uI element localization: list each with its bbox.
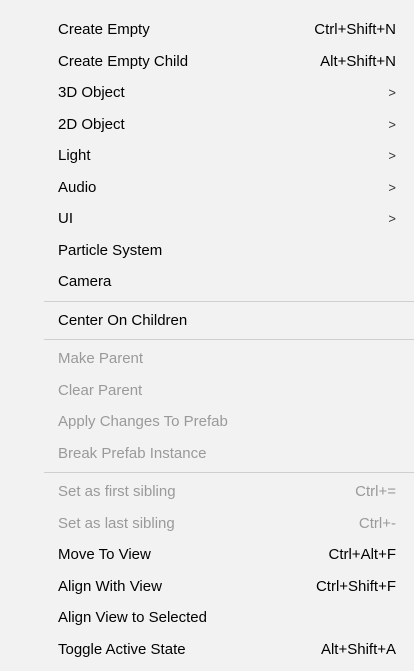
context-menu: Create Empty Ctrl+Shift+N Create Empty C…	[0, 0, 414, 671]
menu-item-label: Move To View	[58, 546, 151, 564]
menu-item-move-to-view[interactable]: Move To View Ctrl+Alt+F	[0, 539, 414, 571]
menu-item-label: 2D Object	[58, 115, 125, 133]
menu-item-label: Align View to Selected	[58, 609, 207, 627]
menu-item-make-parent: Make Parent	[0, 343, 414, 375]
menu-item-label: Apply Changes To Prefab	[58, 413, 228, 431]
menu-separator	[44, 300, 414, 302]
menu-item-apply-changes-to-prefab: Apply Changes To Prefab	[0, 406, 414, 438]
menu-item-label: Create Empty	[58, 21, 150, 39]
menu-item-set-as-first-sibling: Set as first sibling Ctrl+=	[0, 476, 414, 508]
menu-item-audio[interactable]: Audio >	[0, 172, 414, 204]
menu-separator	[44, 472, 414, 473]
menu-item-center-on-children[interactable]: Center On Children	[0, 305, 414, 337]
menu-item-toggle-active-state[interactable]: Toggle Active State Alt+Shift+A	[0, 634, 414, 666]
menu-item-label: Center On Children	[58, 311, 188, 329]
menu-item-break-prefab-instance: Break Prefab Instance	[0, 438, 414, 470]
menu-item-shortcut: Ctrl+Shift+F	[315, 577, 396, 595]
menu-item-2d-object[interactable]: 2D Object >	[0, 109, 414, 141]
menu-item-particle-system[interactable]: Particle System	[0, 235, 414, 267]
chevron-right-icon: >	[388, 85, 396, 101]
menu-item-label: Set as first sibling	[58, 483, 176, 501]
menu-item-label: Toggle Active State	[58, 640, 186, 658]
menu-item-label: Clear Parent	[58, 381, 143, 399]
menu-item-label: Align With View	[58, 577, 162, 595]
menu-item-label: Camera	[58, 273, 112, 291]
menu-item-set-as-last-sibling: Set as last sibling Ctrl+-	[0, 508, 414, 540]
chevron-right-icon: >	[388, 148, 396, 164]
menu-item-label: Light	[58, 147, 91, 165]
menu-item-shortcut: Alt+Shift+A	[320, 640, 396, 658]
menu-item-create-empty[interactable]: Create Empty Ctrl+Shift+N	[0, 14, 414, 46]
menu-item-label: Particle System	[58, 241, 163, 259]
chevron-right-icon: >	[388, 179, 396, 195]
menu-item-label: Set as last sibling	[58, 514, 175, 532]
menu-item-align-with-view[interactable]: Align With View Ctrl+Shift+F	[0, 571, 414, 603]
menu-separator	[44, 339, 414, 340]
menu-item-shortcut: Ctrl+=	[355, 483, 396, 501]
menu-item-ui[interactable]: UI >	[0, 203, 414, 235]
menu-item-label: Audio	[58, 178, 97, 196]
menu-item-shortcut: Ctrl+Alt+F	[328, 546, 396, 564]
menu-item-label: UI	[58, 210, 73, 228]
menu-item-label: Make Parent	[58, 350, 144, 368]
chevron-right-icon: >	[388, 211, 396, 227]
menu-item-label: Create Empty Child	[58, 52, 189, 70]
chevron-right-icon: >	[388, 116, 396, 132]
menu-item-align-view-to-selected[interactable]: Align View to Selected	[0, 602, 414, 634]
menu-item-create-empty-child[interactable]: Create Empty Child Alt+Shift+N	[0, 46, 414, 78]
menu-item-shortcut: Alt+Shift+N	[320, 52, 396, 70]
menu-item-light[interactable]: Light >	[0, 140, 414, 172]
menu-item-clear-parent: Clear Parent	[0, 375, 414, 407]
menu-item-label: 3D Object	[58, 84, 125, 102]
menu-item-shortcut: Ctrl+-	[358, 514, 396, 532]
menu-item-shortcut: Ctrl+Shift+N	[314, 21, 396, 39]
menu-item-label: Break Prefab Instance	[58, 444, 207, 462]
menu-item-camera[interactable]: Camera	[0, 266, 414, 298]
menu-item-3d-object[interactable]: 3D Object >	[0, 77, 414, 109]
